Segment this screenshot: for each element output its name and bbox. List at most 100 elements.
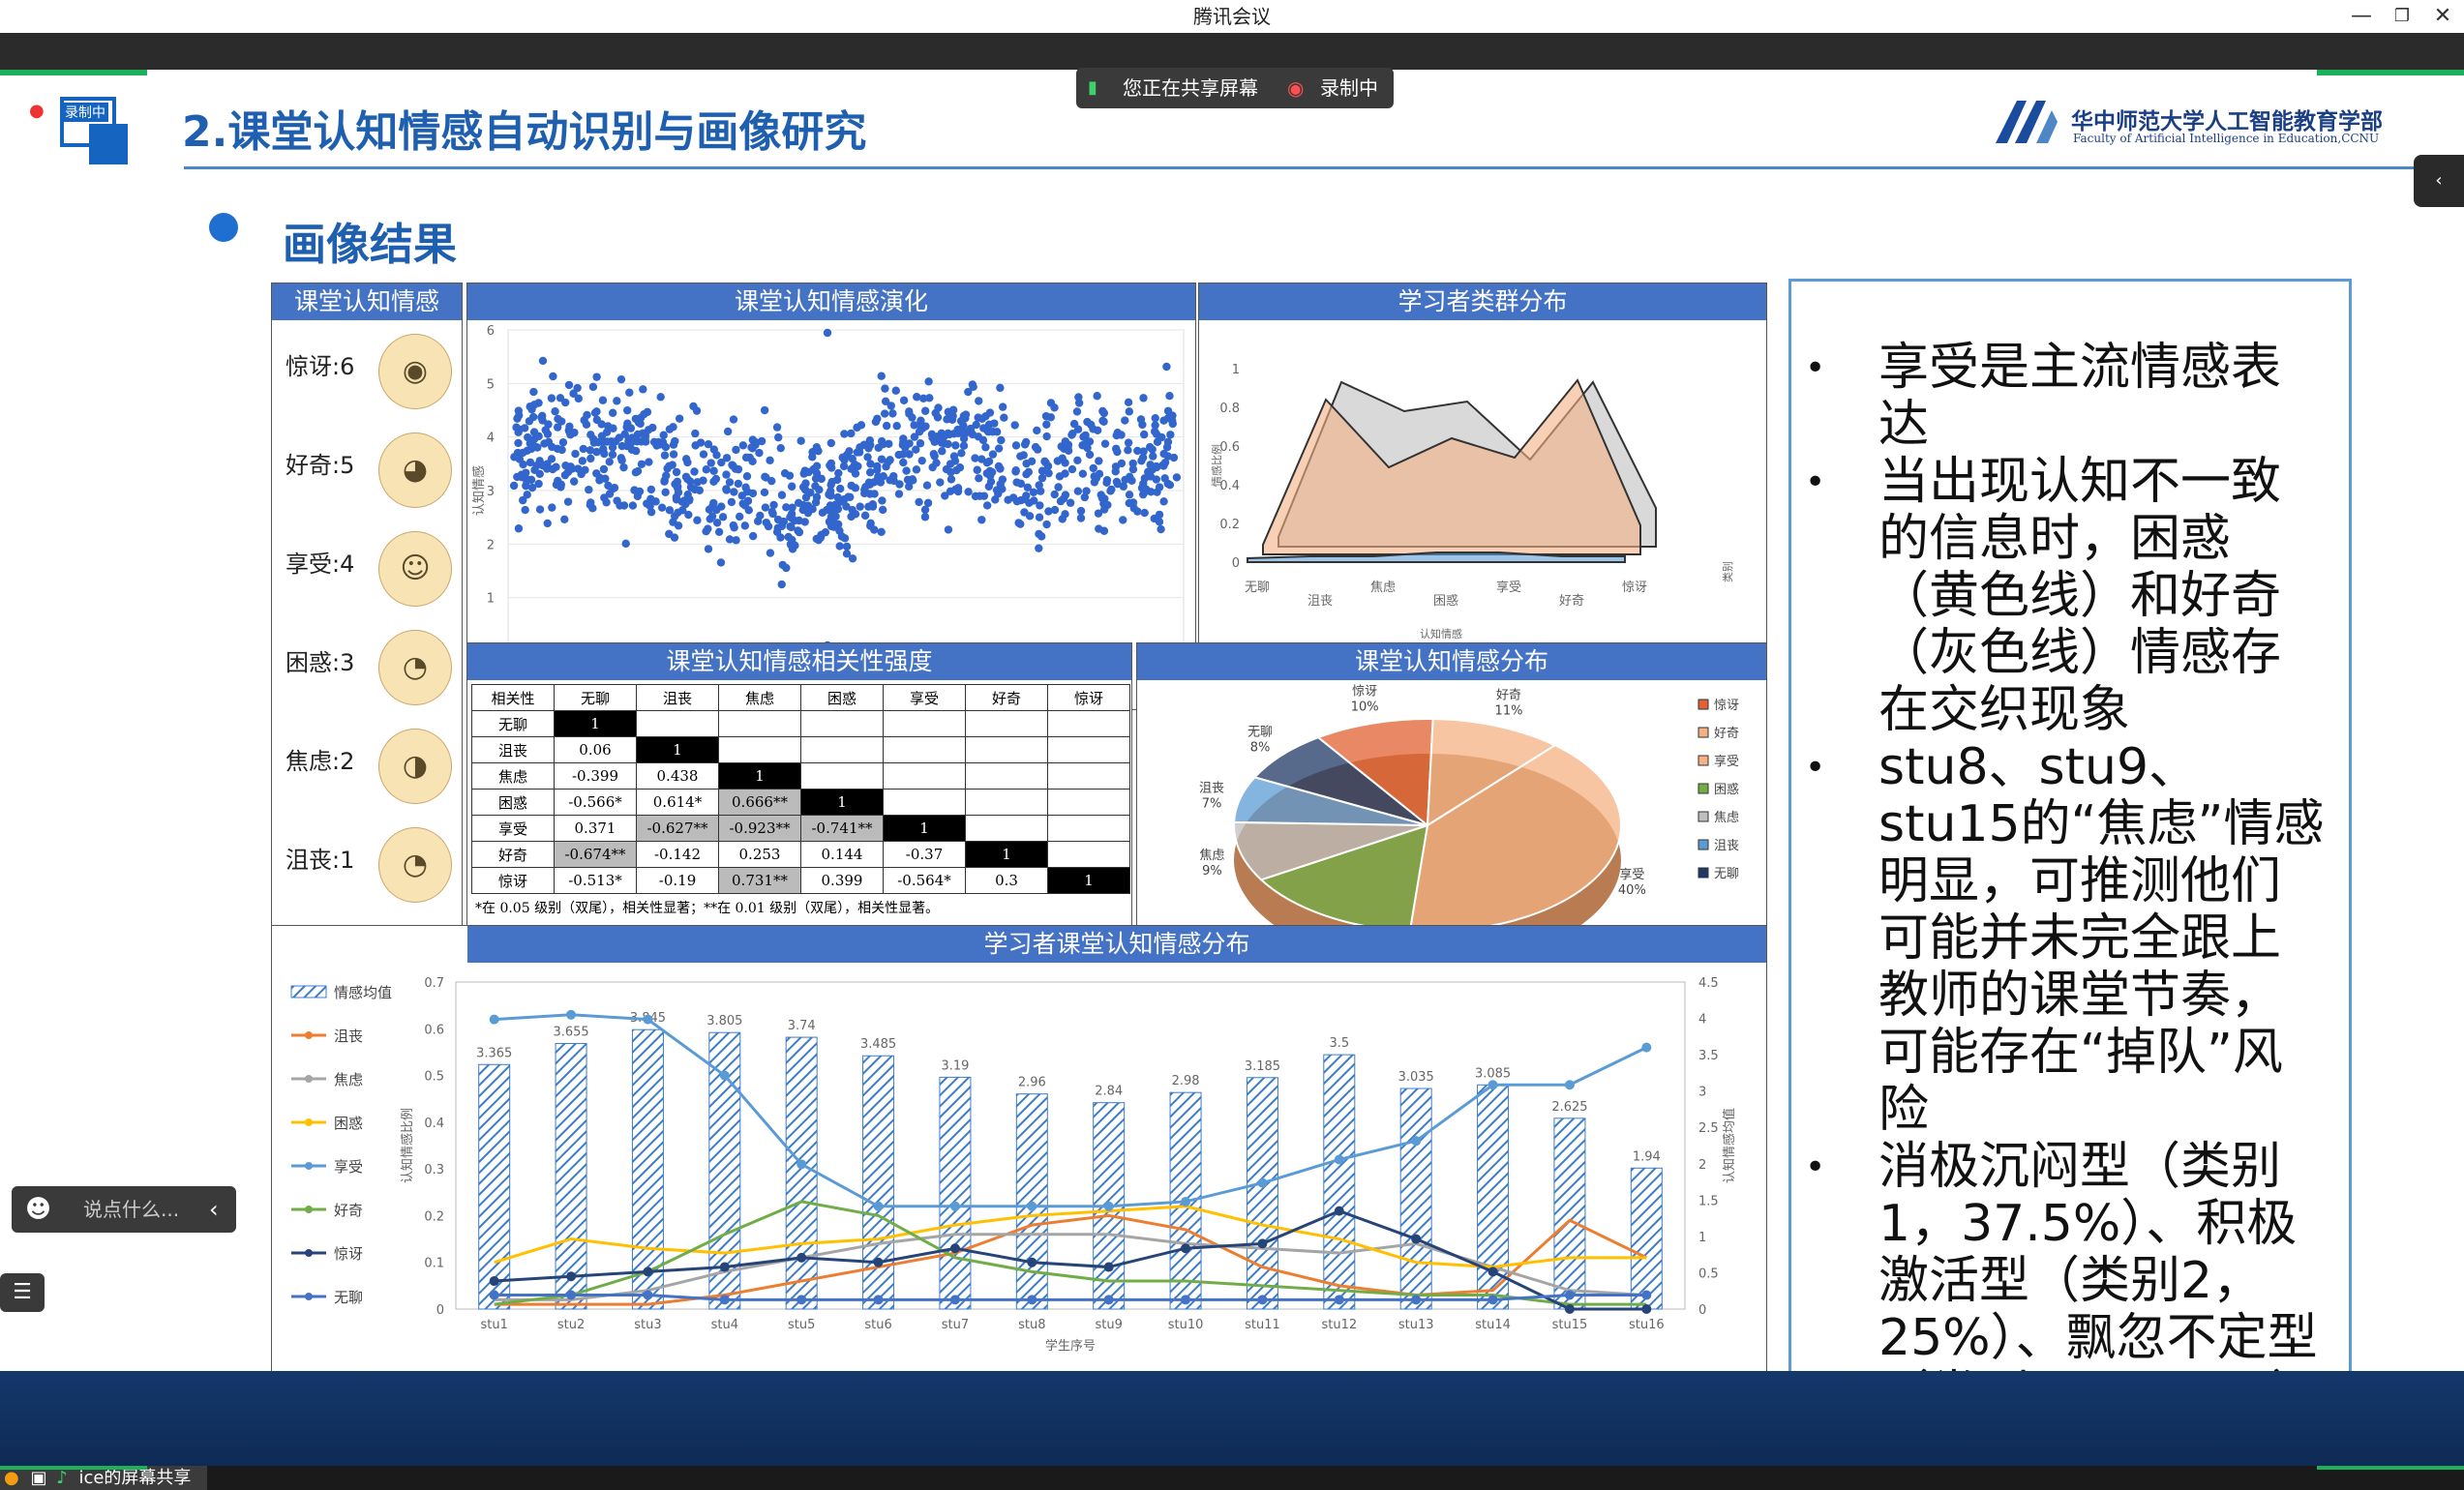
- scatter-point: [874, 443, 883, 452]
- combo-xtick: stu14: [1475, 1318, 1511, 1332]
- scatter-point: [842, 550, 852, 558]
- combo-line-marker: [1641, 1304, 1652, 1314]
- scatter-point: [644, 426, 653, 434]
- restore-button[interactable]: ❐: [2383, 0, 2421, 33]
- combo-line-marker: [1103, 1295, 1114, 1305]
- combo-line-marker: [643, 1290, 653, 1300]
- correlation-cell: [636, 710, 719, 737]
- combo-legend-label: 无聊: [334, 1289, 363, 1306]
- collapse-panel-button[interactable]: ‹: [2414, 155, 2464, 207]
- scatter-point: [557, 417, 566, 426]
- scatter-point: [878, 505, 887, 515]
- emotion-label: 焦虑:2: [285, 748, 355, 775]
- scatter-point: [683, 458, 692, 467]
- scatter-point: [1023, 483, 1033, 492]
- scatter-point: [1093, 426, 1102, 434]
- record-icon: ◉: [1287, 76, 1305, 100]
- chevron-left-icon[interactable]: ‹: [209, 1186, 219, 1233]
- scatter-point: [1172, 473, 1182, 482]
- scatter-point: [1099, 526, 1109, 535]
- correlation-cell: [1047, 789, 1130, 816]
- scatter-point: [586, 446, 595, 455]
- scatter-point: [826, 438, 836, 448]
- scatter-point: [691, 429, 700, 438]
- scatter-point: [934, 403, 943, 412]
- scatter-point: [1139, 430, 1149, 439]
- scatter-point: [574, 394, 583, 403]
- correlation-cell: 0.144: [800, 841, 884, 868]
- scatter-point: [951, 441, 960, 450]
- correlation-row: 惊讶 -0.513* -0.19 0.731** 0.399 -0.564* 0.3 1: [471, 867, 1130, 894]
- correlation-cell: 焦虑: [471, 762, 555, 790]
- chat-placeholder[interactable]: 说点什么...: [83, 1186, 179, 1233]
- scatter-point: [790, 516, 799, 525]
- combo-line-marker: [796, 1252, 807, 1263]
- scatter-point: [616, 374, 626, 384]
- combo-bar: [939, 1076, 972, 1310]
- combo-xlabel: 学生序号: [1045, 1338, 1096, 1354]
- sharing-toolbar[interactable]: ▮ 您正在共享屏幕 ◉ 录制中: [1076, 68, 1394, 108]
- scatter-point: [761, 472, 769, 482]
- scatter-point: [566, 431, 575, 439]
- scatter-point: [554, 476, 562, 486]
- correlation-cell: [800, 710, 884, 737]
- scatter-point: [1126, 472, 1134, 482]
- scatter-point: [1094, 509, 1103, 518]
- scatter-point: [631, 435, 640, 445]
- close-button[interactable]: ✕: [2423, 0, 2462, 33]
- scatter-point: [772, 423, 782, 432]
- scatter-point: [526, 475, 536, 485]
- combo-ytick: 0.5: [424, 1070, 444, 1085]
- combo-xtick: stu3: [634, 1318, 661, 1332]
- combo-bar-label: 3.035: [1398, 1070, 1434, 1085]
- combo-line-享受: [494, 1013, 1647, 1208]
- scatter-point: [777, 491, 787, 499]
- recording-label[interactable]: 录制中: [1320, 68, 1378, 108]
- correlation-row: 困惑 -0.566* 0.614* 0.666** 1: [471, 789, 1130, 816]
- scatter-ylabel: 认知情感: [471, 465, 487, 516]
- combo-y2tick: 3.5: [1698, 1049, 1719, 1063]
- scatter-point: [918, 394, 928, 402]
- scatter-point: [1036, 501, 1044, 510]
- scatter-point: [998, 485, 1007, 493]
- scatter-point: [1012, 497, 1022, 506]
- smile-icon[interactable]: ☻: [25, 1186, 51, 1233]
- scatter-point: [742, 472, 752, 481]
- scatter-point: [1133, 507, 1142, 516]
- combo-ytick: 0.7: [424, 976, 444, 991]
- scatter-point: [1011, 441, 1021, 450]
- emotion-label: 享受:4: [285, 551, 355, 578]
- bullet-dot-icon: •: [1805, 748, 1826, 788]
- section-title: 画像结果: [283, 219, 458, 270]
- signal-icon: ▮: [1088, 77, 1097, 98]
- scatter-point: [1080, 492, 1089, 502]
- scatter-point: [1082, 436, 1092, 445]
- scatter-point: [660, 451, 670, 460]
- scatter-point: [1035, 481, 1043, 490]
- combo-y2tick: 2: [1698, 1158, 1706, 1173]
- scatter-point: [1095, 469, 1104, 479]
- emotion-row: 惊讶:6 ◉: [272, 322, 462, 419]
- scatter-point: [579, 444, 587, 454]
- scatter-point: [975, 397, 983, 405]
- correlation-row: 沮丧 0.06 1: [471, 736, 1130, 763]
- chat-input-bar[interactable]: ☻ 说点什么... ‹: [12, 1186, 236, 1233]
- pie-legend-label: 无聊: [1714, 867, 1739, 881]
- scatter-point: [1145, 442, 1155, 452]
- scatter-point: [623, 405, 632, 415]
- scatter-point: [585, 485, 593, 494]
- scatter-point: [675, 414, 684, 423]
- scatter-point: [681, 472, 691, 481]
- sharing-label[interactable]: 您正在共享屏幕: [1123, 68, 1258, 108]
- scatter-point: [669, 423, 677, 432]
- correlation-cell: 无聊: [471, 710, 555, 737]
- scatter-point: [1041, 411, 1051, 421]
- scatter-point: [661, 488, 670, 496]
- curious-face-icon: ◕: [378, 432, 452, 508]
- scatter-point: [535, 457, 544, 465]
- scatter-point: [636, 419, 645, 429]
- scatter-point: [798, 483, 808, 492]
- participant-list-icon[interactable]: ☰: [0, 1273, 45, 1312]
- panel-header-evolution: 课堂认知情感演化: [467, 283, 1195, 320]
- minimize-button[interactable]: —: [2342, 0, 2381, 33]
